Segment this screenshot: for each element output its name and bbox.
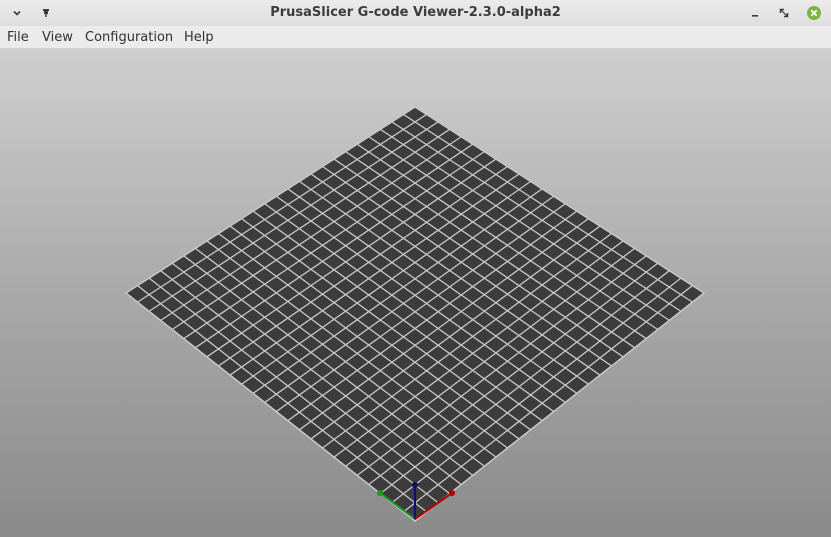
scene-canvas[interactable] [0,49,831,537]
y-axis-tip [377,490,383,496]
maximize-icon[interactable] [775,4,793,22]
window-title: PrusaSlicer G-code Viewer-2.3.0-alpha2 [270,5,561,20]
title-bar: PrusaSlicer G-code Viewer-2.3.0-alpha2 [0,0,831,26]
menu-help[interactable]: Help [184,30,214,45]
3d-viewport[interactable] [0,49,831,537]
menu-configuration[interactable]: Configuration [85,30,173,45]
x-axis-tip [449,490,455,496]
menu-file[interactable]: File [7,30,29,45]
menu-view[interactable]: View [42,30,73,45]
z-axis-tip [412,482,418,488]
close-icon[interactable] [805,4,823,22]
minimize-icon[interactable] [746,4,764,22]
menu-bar: File View Configuration Help [0,26,831,49]
print-bed [124,106,706,522]
bed-surface [124,106,706,522]
app-window: PrusaSlicer G-code Viewer-2.3.0-alpha2 F… [0,0,831,537]
